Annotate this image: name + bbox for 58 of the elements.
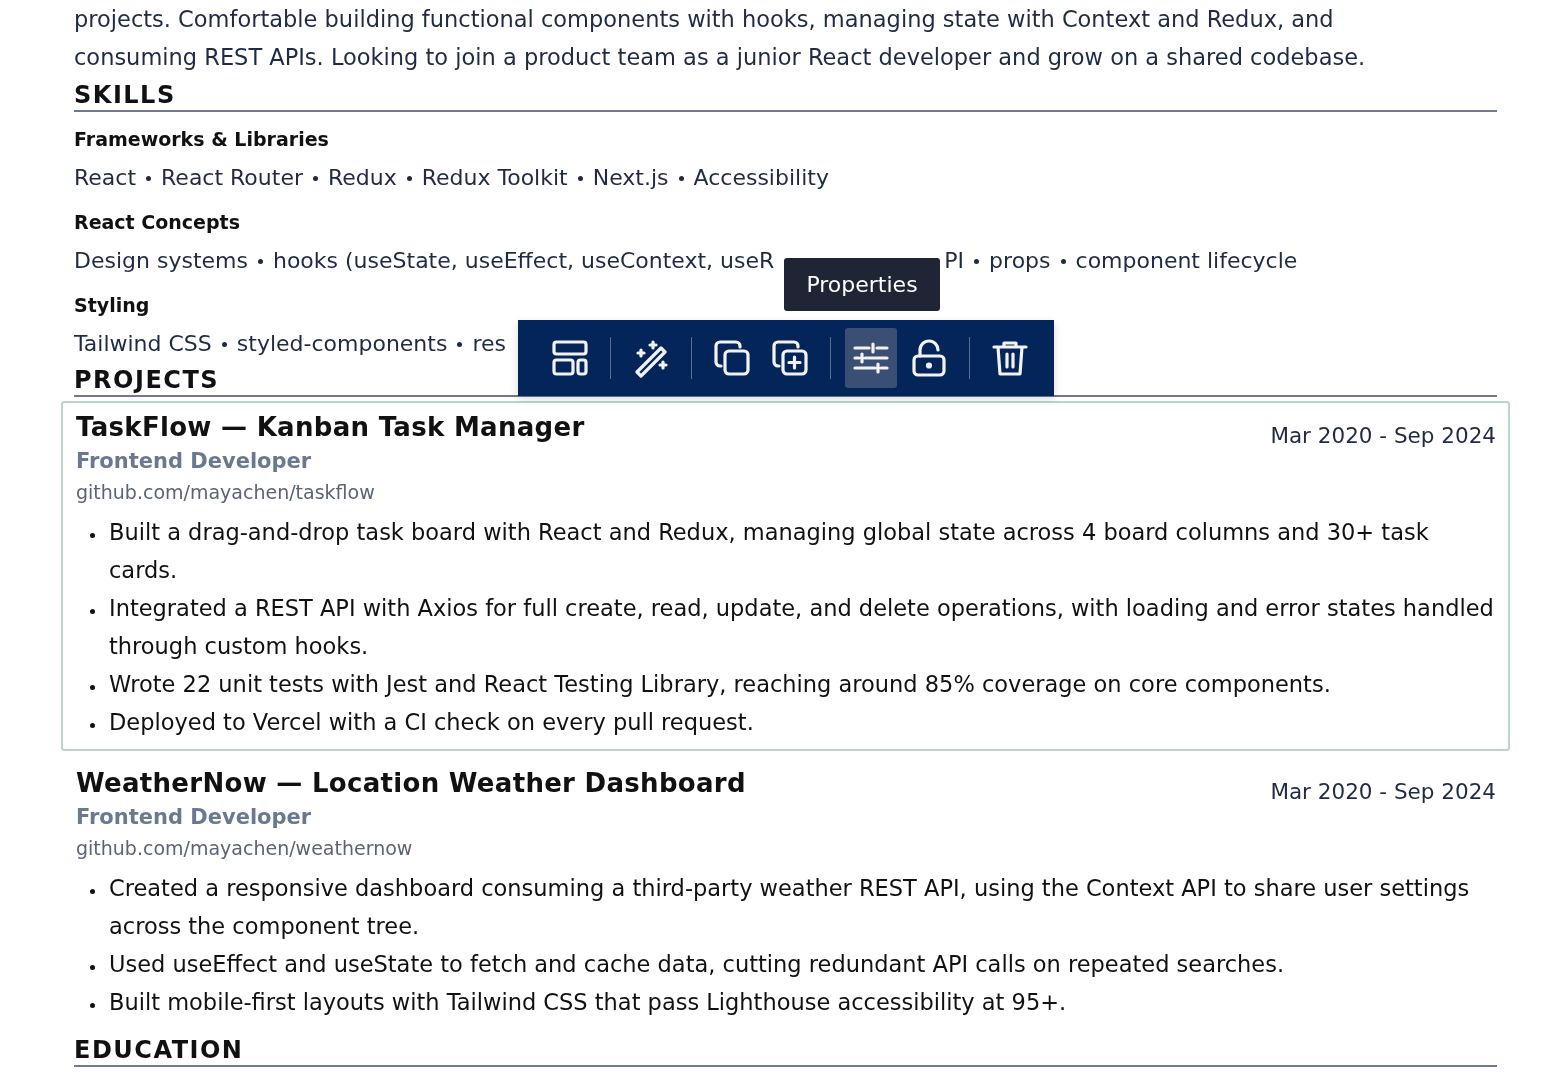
bullet-text: Built a drag-and-drop task board with React and Redux, managing global state across 4 board columns and 30+ task cards.	[109, 518, 1430, 585]
bullet-icon	[90, 533, 95, 538]
skill-item: props	[989, 247, 1051, 275]
layout-icon	[550, 338, 590, 378]
skill-item: Redux Toolkit	[421, 164, 568, 192]
bullet-icon	[90, 685, 95, 690]
separator-dot	[678, 175, 684, 181]
project-dates: Mar 2020 - Sep 2024	[1270, 779, 1496, 804]
duplicate-icon	[770, 338, 810, 378]
section-heading: SKILLS	[74, 80, 1497, 112]
bullet-icon	[90, 609, 95, 614]
bullet-text: Used useEffect and useState to fetch and cache data, cutting redundant API calls on repeated searches.	[109, 950, 1286, 979]
separator-dot	[1060, 258, 1066, 264]
skill-item: PI	[944, 247, 965, 275]
skill-item: component lifecycle	[1075, 247, 1298, 275]
skill-item: Design systems	[74, 247, 248, 275]
separator-dot	[313, 175, 318, 181]
section-heading: EDUCATION	[74, 1035, 1497, 1067]
skill-item: res	[472, 330, 506, 358]
bullet-text: Created a responsive dashboard consuming a third-party weather REST API, using the Context API to share user settings across the component tree.	[109, 874, 1471, 941]
separator-dot	[577, 175, 583, 181]
skill-item: React Router	[161, 164, 303, 192]
bullet-text: Built mobile-first layouts with Tailwind CSS that pass Lighthouse accessibility at 95+.	[109, 988, 1068, 1017]
bullet-icon	[90, 723, 95, 728]
separator-dot	[974, 258, 980, 264]
skill-item: Next.js	[592, 164, 669, 192]
separator-dot	[221, 341, 227, 347]
project-title: TaskFlow — Kanban Task Manager	[76, 411, 585, 444]
skill-item: React	[74, 164, 137, 192]
skill-item: Tailwind CSS	[74, 330, 212, 358]
skill-item: styled-components	[236, 330, 448, 358]
bullet-icon	[90, 889, 95, 894]
project-role: Frontend Developer	[76, 448, 313, 475]
bullet-icon	[90, 965, 95, 970]
bullet-text: Wrote 22 unit tests with Jest and React Testing Library, reaching around 85% coverage on core components.	[109, 670, 1332, 699]
project-role: Frontend Developer	[76, 804, 313, 831]
separator-dot	[146, 175, 152, 181]
project-title: WeatherNow — Location Weather Dashboard	[76, 767, 746, 800]
skill-category: Frameworks & Libraries	[74, 127, 329, 152]
skill-category: React Concepts	[74, 210, 240, 235]
separator-dot	[257, 258, 263, 264]
unlock-icon	[909, 338, 949, 378]
bullet-icon	[90, 1003, 95, 1008]
summary-text: consuming REST APIs. Looking to join a product team as a junior React developer and grow on a shared codebase.	[74, 43, 1367, 72]
copy-icon	[711, 338, 752, 378]
skill-item: Redux	[328, 164, 397, 192]
separator-dot	[457, 341, 463, 347]
bullet-text: Deployed to Vercel with a CI check on every pull request.	[109, 708, 755, 737]
skill-item: Accessibility	[693, 164, 829, 192]
bullet-text: Integrated a REST API with Axios for full create, read, update, and delete operations, with loading and error states handled through custom hooks.	[109, 594, 1495, 661]
summary-text: projects. Comfortable building functional components with hooks, managing state with Context and Redux, and	[74, 5, 1335, 34]
skill-category: Styling	[74, 293, 150, 318]
separator-dot	[406, 175, 412, 181]
trash-icon	[990, 338, 1030, 378]
tooltip: Properties	[784, 258, 940, 311]
project-dates: Mar 2020 - Sep 2024	[1270, 423, 1496, 448]
skill-item: hooks (useState, useEffect, useContext, useR	[272, 247, 775, 275]
sliders-button[interactable]	[844, 328, 897, 388]
